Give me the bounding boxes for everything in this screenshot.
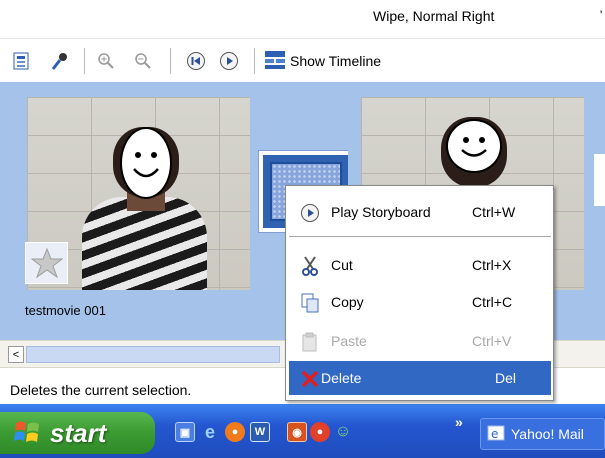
storyboard-clip[interactable]: testmovie 001 <box>15 87 258 329</box>
menu-item-label: Copy <box>331 294 364 310</box>
menu-item-label: Play Storyboard <box>331 204 431 220</box>
menu-item-cut[interactable]: Cut Ctrl+X <box>289 248 551 282</box>
menu-item-shortcut: Ctrl+C <box>472 294 513 310</box>
play-storyboard-icon[interactable] <box>218 50 240 72</box>
next-clip-edge <box>594 154 605 206</box>
menu-item-play-storyboard[interactable]: Play Storyboard Ctrl+W <box>289 195 551 229</box>
svg-text:e: e <box>491 427 498 441</box>
paste-icon <box>300 332 320 352</box>
zoom-in-icon[interactable] <box>95 50 117 72</box>
menu-item-paste[interactable]: Paste Ctrl+V <box>289 324 551 358</box>
menu-item-shortcut: Ctrl+V <box>472 333 512 349</box>
scroll-left-button[interactable]: < <box>8 346 24 363</box>
messenger-icon[interactable]: ☺ <box>333 422 353 442</box>
delete-x-icon <box>300 369 320 389</box>
transition-info-strip: Wipe, Normal Right ' <box>0 0 605 38</box>
menu-item-shortcut: Ctrl+X <box>472 257 512 273</box>
taskbar-window-label: Yahoo! Mail <box>511 426 584 442</box>
word-icon[interactable]: W <box>250 422 270 442</box>
menu-item-shortcut: Del <box>495 370 517 386</box>
windows-logo-icon <box>14 419 42 448</box>
face-sticker <box>120 127 172 199</box>
firefox-icon[interactable]: ● <box>225 422 245 442</box>
menu-item-label: Cut <box>331 257 353 273</box>
narrate-microphone-icon[interactable] <box>49 50 71 72</box>
toolbar-divider <box>254 48 255 74</box>
menu-item-delete[interactable]: Delete Del <box>289 361 551 395</box>
menu-item-label: Paste <box>331 333 367 349</box>
quick-launch-chevron-icon[interactable]: » <box>455 414 463 430</box>
show-timeline-label: Show Timeline <box>290 53 382 69</box>
powerpoint-icon[interactable]: ◉ <box>287 422 307 442</box>
windows-taskbar: start ▣ e ● W ◉ ● ☺ » e Yahoo! Mail <box>0 404 605 458</box>
context-menu: Play Storyboard Ctrl+W Cut Ctrl+X Copy C… <box>285 185 554 401</box>
storyboard-toolbar: Show Timeline <box>0 38 605 82</box>
internet-explorer-icon[interactable]: e <box>200 422 220 442</box>
scroll-thumb[interactable] <box>26 346 280 363</box>
copy-icon <box>300 293 320 313</box>
status-text: Deletes the current selection. <box>10 382 192 398</box>
menu-item-label: Delete <box>321 370 362 386</box>
toolbar-divider <box>170 48 171 74</box>
menu-item-copy[interactable]: Copy Ctrl+C <box>289 285 551 319</box>
taskbar-window-button[interactable]: e Yahoo! Mail <box>480 418 605 450</box>
start-label: start <box>50 417 107 448</box>
transition-name-label: Wipe, Normal Right <box>373 8 495 24</box>
menu-item-shortcut: Ctrl+W <box>472 204 516 220</box>
clip-name-label: testmovie 001 <box>25 303 106 318</box>
timeline-icon <box>264 50 286 73</box>
truncated-text-fragment: ' <box>600 8 603 18</box>
video-effect-star-icon <box>25 242 68 284</box>
zoom-out-icon[interactable] <box>132 50 154 72</box>
play-icon <box>300 203 320 223</box>
set-audio-levels-icon[interactable] <box>10 50 32 72</box>
menu-separator <box>289 236 551 237</box>
media-player-icon[interactable]: ● <box>310 422 330 442</box>
scroll-left-arrow-icon: < <box>12 348 20 361</box>
show-timeline-button[interactable]: Show Timeline <box>264 49 381 73</box>
show-desktop-icon[interactable]: ▣ <box>175 422 195 442</box>
start-button[interactable]: start <box>0 412 155 454</box>
internet-explorer-icon: e <box>487 424 505 445</box>
toolbar-divider <box>84 48 85 74</box>
rewind-storyboard-icon[interactable] <box>185 50 207 72</box>
face-sticker <box>446 119 502 173</box>
scissors-icon <box>300 256 320 276</box>
